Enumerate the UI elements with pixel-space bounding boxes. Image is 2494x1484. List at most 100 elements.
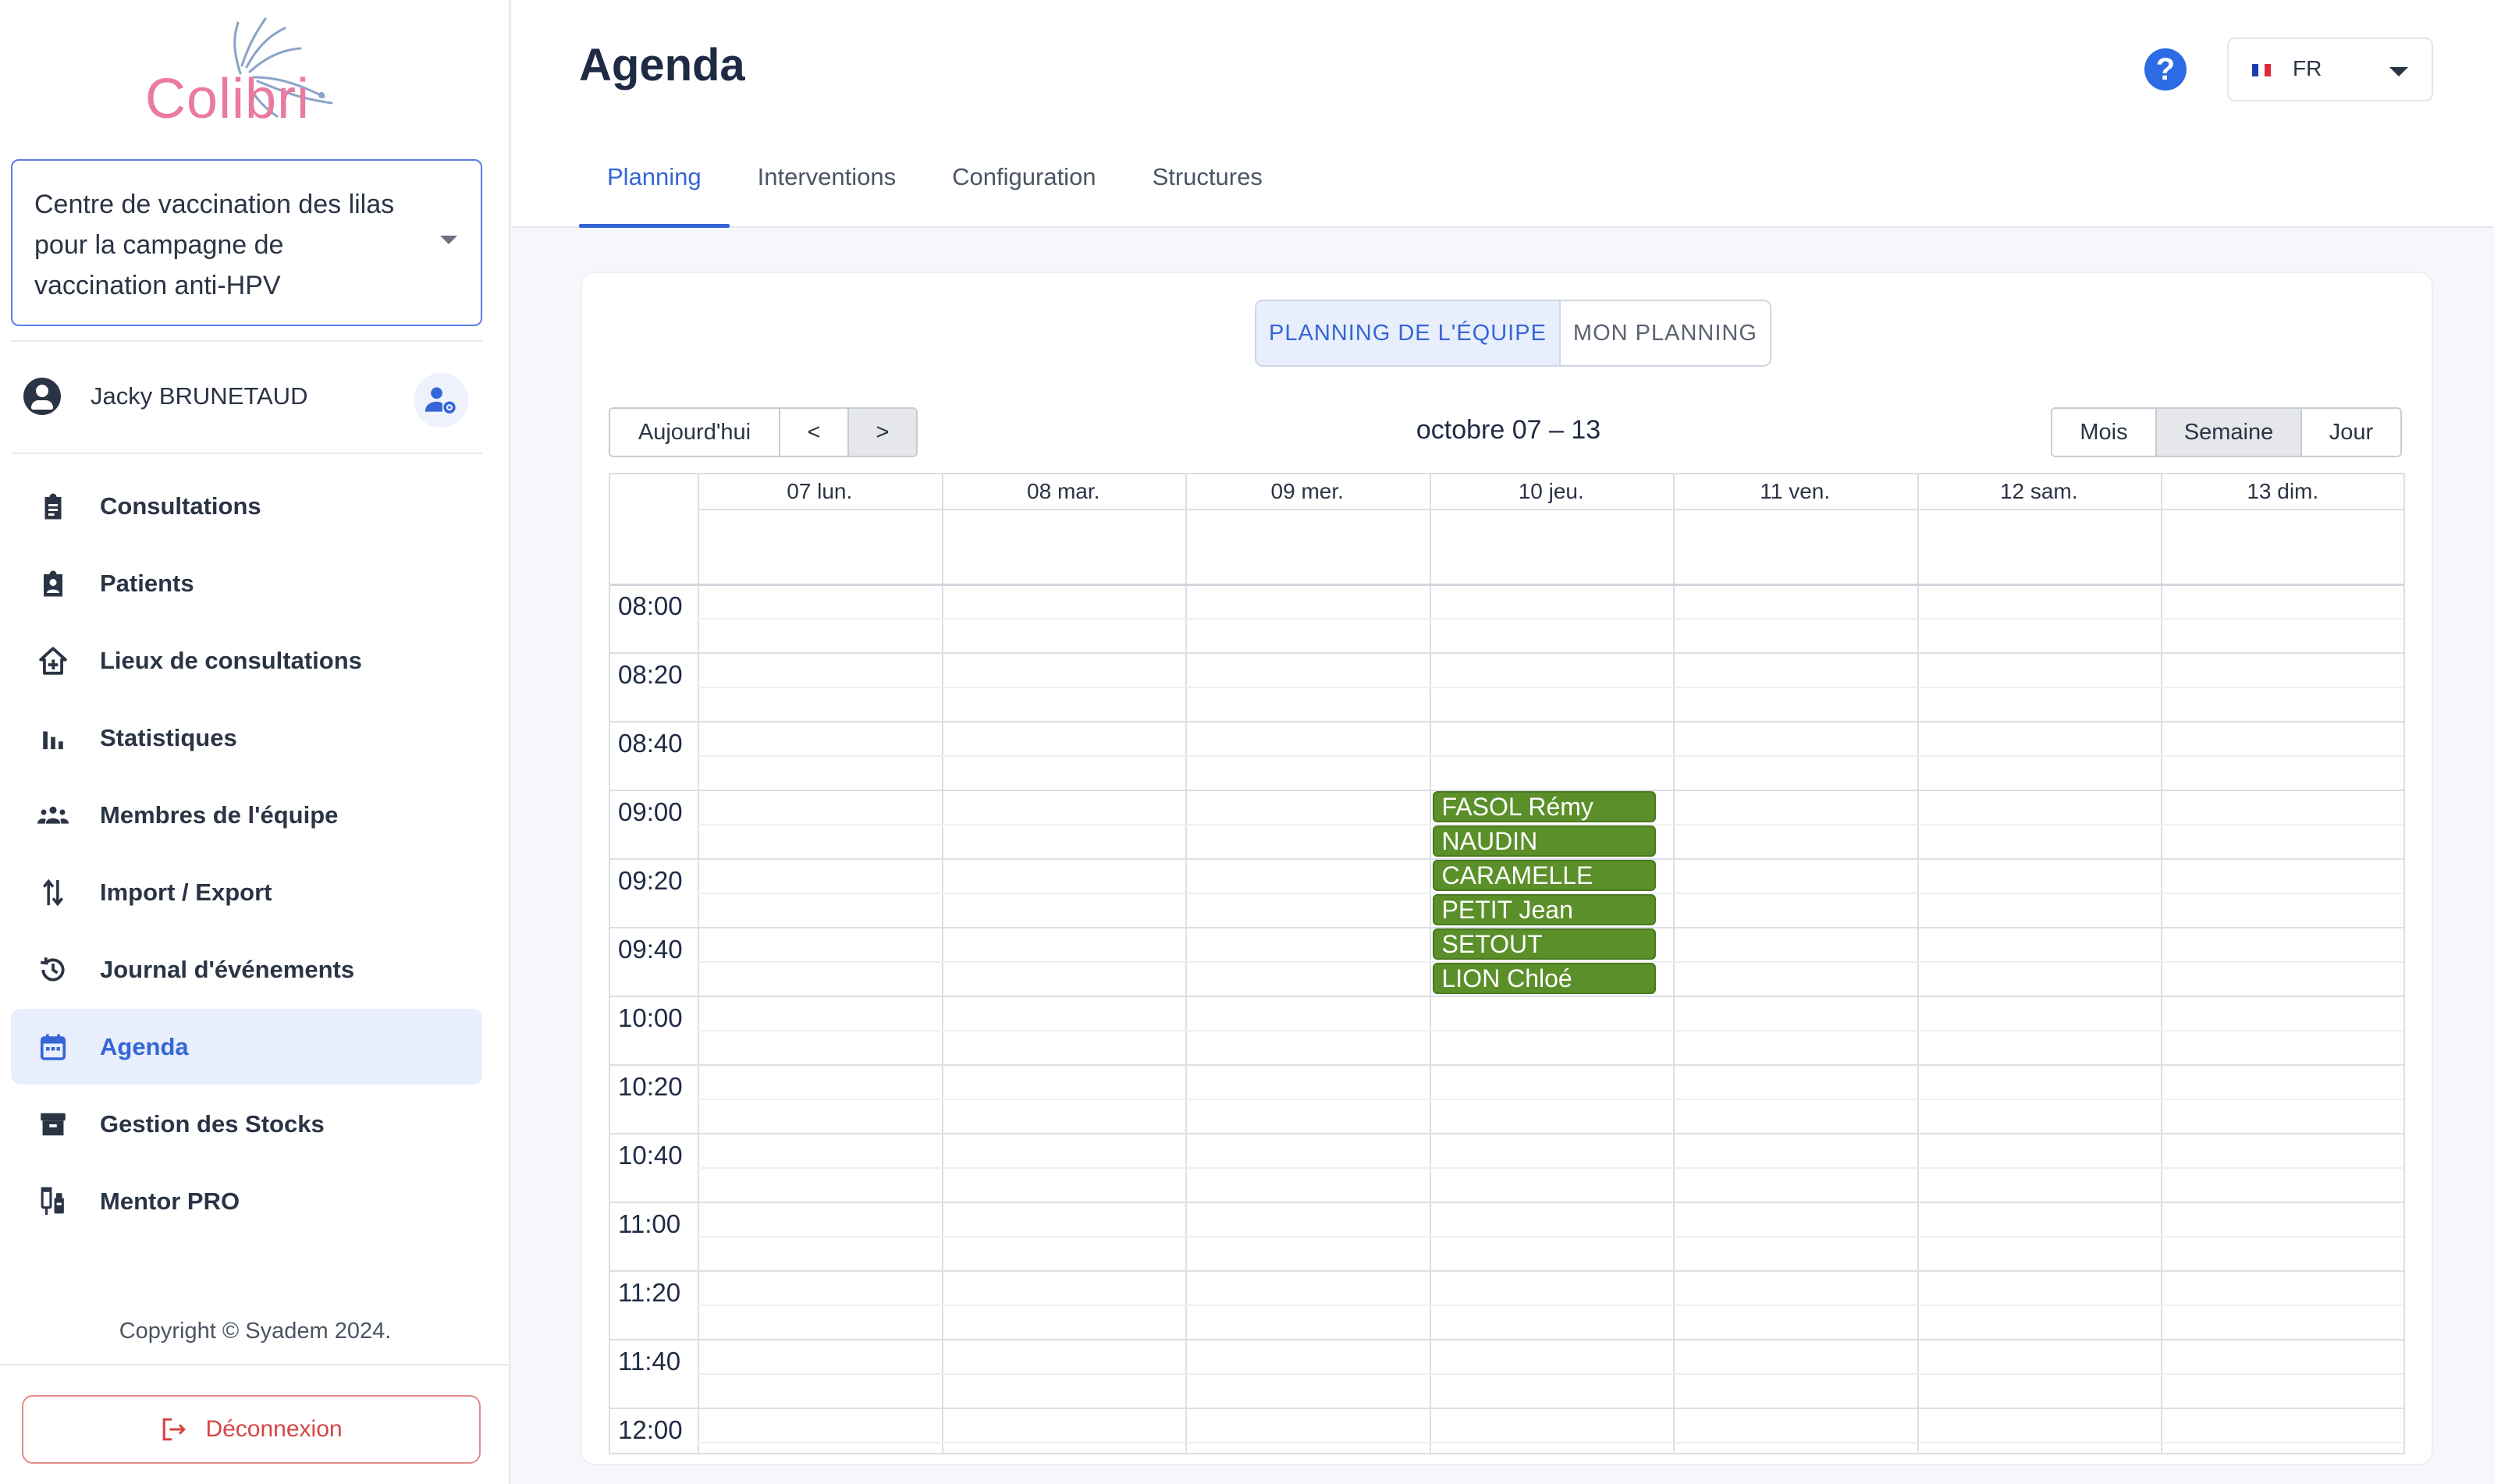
sidebar-item-label: Mentor PRO [100, 1187, 240, 1215]
sidebar-item-lieux[interactable]: Lieux de consultations [11, 623, 482, 698]
caret-down-icon [440, 236, 457, 244]
half-slot-line [698, 1030, 2403, 1031]
logout-label: Déconnexion [205, 1416, 343, 1442]
tab-label: Interventions [757, 163, 897, 190]
calendar-nav-group: Aujourd'hui < > [609, 407, 918, 457]
time-slot-line [610, 1270, 2403, 1272]
user-settings-button[interactable] [414, 373, 468, 428]
week-calendar-grid[interactable]: 07 lun. 08 mar. 09 mer. 10 jeu. 11 ven. 12 sa… [609, 473, 2405, 1454]
today-button[interactable]: Aujourd'hui [610, 409, 779, 456]
my-planning-button[interactable]: MON PLANNING [1561, 301, 1770, 365]
time-label: 11:40 [618, 1347, 681, 1376]
tab-label: Configuration [952, 163, 1096, 190]
divider [0, 1364, 509, 1365]
time-label: 09:20 [618, 866, 683, 895]
divider [11, 453, 482, 454]
time-slot-line [610, 1064, 2403, 1066]
half-slot-line [698, 1099, 2403, 1100]
day-header: 09 mer. [1270, 479, 1344, 503]
page-title: Agenda [579, 40, 745, 91]
time-label: 08:40 [618, 729, 683, 758]
tab-bar: Planning Interventions Configuration Str… [579, 154, 1291, 228]
sidebar-item-label: Lieux de consultations [100, 646, 362, 674]
sidebar-item-membres[interactable]: Membres de l'équipe [11, 777, 482, 853]
logo-text: Colibri [145, 68, 311, 130]
sidebar-item-journal[interactable]: Journal d'événements [11, 932, 482, 1007]
sidebar-item-stocks[interactable]: Gestion des Stocks [11, 1086, 482, 1162]
time-slot-line [610, 996, 2403, 997]
help-icon: ? [2155, 51, 2176, 87]
tab-structures[interactable]: Structures [1124, 140, 1291, 214]
time-label: 11:00 [618, 1209, 681, 1238]
appointment-event[interactable]: SETOUT [1432, 928, 1656, 960]
vaccine-icon [37, 1186, 69, 1217]
user-name: Jacky BRUNETAUD [91, 382, 308, 410]
sidebar-nav: Consultations Patients Lieux de consulta… [11, 468, 482, 1241]
half-slot-line [698, 1236, 2403, 1237]
sidebar-item-agenda[interactable]: Agenda [11, 1009, 482, 1085]
appointment-event[interactable]: LION Chloé [1432, 963, 1656, 994]
bar-chart-icon [37, 722, 69, 754]
calendar-icon [37, 1031, 69, 1063]
half-slot-line [698, 1167, 2403, 1169]
appointment-event[interactable]: PETIT Jean [1432, 894, 1656, 925]
half-slot-line [698, 1373, 2403, 1375]
half-slot-line [698, 687, 2403, 688]
time-label: 10:20 [618, 1072, 683, 1101]
history-icon [37, 954, 69, 985]
time-slot-line [610, 652, 2403, 654]
tab-configuration[interactable]: Configuration [924, 140, 1124, 214]
team-icon [37, 800, 69, 831]
week-view-button[interactable]: Semaine [2155, 409, 2300, 456]
appointment-event[interactable]: FASOL Rémy [1432, 791, 1656, 822]
user-gear-icon [425, 387, 456, 414]
tab-interventions[interactable]: Interventions [730, 140, 925, 214]
import-export-icon [37, 877, 69, 908]
time-label: 08:20 [618, 660, 683, 689]
sidebar-item-label: Import / Export [100, 878, 272, 906]
help-button[interactable]: ? [2144, 48, 2187, 91]
time-slot-line [610, 1339, 2403, 1340]
prev-week-button[interactable]: < [779, 409, 847, 456]
time-label: 10:00 [618, 1003, 683, 1032]
sidebar-item-statistiques[interactable]: Statistiques [11, 700, 482, 776]
user-avatar-icon [23, 378, 61, 415]
day-view-button[interactable]: Jour [2300, 409, 2400, 456]
sidebar-item-label: Journal d'événements [100, 955, 355, 983]
appointment-event[interactable]: CARAMELLE [1432, 860, 1656, 891]
sidebar-item-mentor[interactable]: Mentor PRO [11, 1163, 482, 1239]
half-slot-line [698, 618, 2403, 620]
appointment-event[interactable]: NAUDIN [1432, 825, 1656, 857]
page-header: Agenda ? FR Planning Interventions Confi… [512, 0, 2494, 228]
colibri-logo[interactable]: Colibri [140, 11, 343, 130]
logout-icon [163, 1418, 187, 1441]
time-label: 12:00 [618, 1415, 683, 1444]
next-week-button[interactable]: > [847, 409, 916, 456]
language-select[interactable]: FR [2227, 37, 2433, 101]
patient-badge-icon [37, 568, 69, 599]
planning-view-toggle: PLANNING DE L'ÉQUIPE MON PLANNING [1255, 300, 1771, 367]
time-slot-line [610, 1133, 2403, 1134]
sidebar: Colibri Centre de vaccination des lilas … [0, 0, 510, 1484]
logout-button[interactable]: Déconnexion [22, 1395, 481, 1464]
structure-select[interactable]: Centre de vaccination des lilas pour la … [11, 159, 482, 326]
header-line [698, 509, 2403, 510]
time-label: 09:00 [618, 797, 683, 826]
time-label: 10:40 [618, 1141, 683, 1170]
structure-select-value: Centre de vaccination des lilas pour la … [34, 190, 395, 300]
team-planning-button[interactable]: PLANNING DE L'ÉQUIPE [1256, 301, 1561, 365]
day-header: 11 ven. [1760, 479, 1831, 503]
tab-planning[interactable]: Planning [579, 140, 730, 228]
sidebar-item-import-export[interactable]: Import / Export [11, 854, 482, 930]
caret-down-icon [2389, 67, 2408, 76]
sidebar-item-patients[interactable]: Patients [11, 545, 482, 621]
user-profile: Jacky BRUNETAUD [23, 373, 468, 428]
month-view-button[interactable]: Mois [2052, 409, 2155, 456]
sidebar-item-consultations[interactable]: Consultations [11, 468, 482, 544]
half-slot-line [698, 1442, 2403, 1443]
time-label: 11:20 [618, 1278, 681, 1307]
day-header: 13 dim. [2247, 479, 2319, 503]
clipboard-icon [37, 491, 69, 522]
house-plus-icon [37, 645, 69, 676]
time-slot-line [610, 1408, 2403, 1409]
